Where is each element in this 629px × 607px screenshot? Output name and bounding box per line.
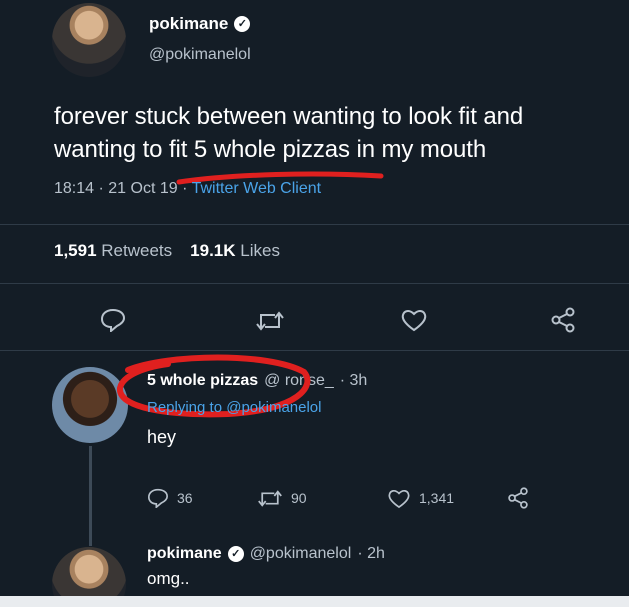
reply-share-action[interactable]	[507, 487, 529, 509]
reply-replies-count: 36	[177, 490, 193, 506]
reply2-author-handle[interactable]: @pokimanelol	[250, 545, 352, 563]
reply-header: 5 whole pizzas @ ronse_ · 3h	[147, 372, 367, 390]
reply-icon[interactable]	[100, 308, 126, 332]
author-avatar[interactable]	[52, 3, 126, 77]
retweet-icon[interactable]	[255, 310, 285, 332]
likes-label: Likes	[240, 241, 280, 260]
like-icon	[387, 488, 411, 509]
divider	[0, 350, 629, 351]
reply-retweet-action[interactable]: 90	[257, 489, 387, 508]
like-icon[interactable]	[400, 308, 428, 332]
tweet-meta: 18:14 · 21 Oct 19 · Twitter Web Client	[54, 180, 321, 198]
reply-actions: 36 90 1,341	[147, 487, 529, 509]
divider	[0, 224, 629, 225]
tweet-text-line-1: forever stuck between wanting to look fi…	[54, 103, 524, 130]
likes-stat[interactable]: 19.1K Likes	[190, 241, 280, 261]
reply-likes-count: 1,341	[419, 490, 455, 506]
tweet-stats: 1,591 Retweets 19.1K Likes	[54, 241, 280, 261]
reply-age[interactable]: · 3h	[340, 372, 368, 390]
reply-reply-action[interactable]: 36	[147, 488, 257, 508]
tweet-text: forever stuck between wanting to look fi…	[54, 100, 624, 166]
author-handle[interactable]: @pokimanelol	[149, 46, 251, 64]
reply-author-avatar[interactable]	[52, 367, 128, 443]
retweets-stat[interactable]: 1,591 Retweets	[54, 241, 172, 261]
reply2-header: pokimane ✓ @pokimanelol · 2h	[147, 545, 385, 563]
share-icon	[507, 487, 529, 509]
bottom-bar	[0, 596, 629, 607]
thread-line	[89, 446, 92, 546]
reply2-age[interactable]: · 2h	[357, 545, 385, 563]
reply-text: hey	[147, 427, 177, 447]
share-icon[interactable]	[550, 307, 576, 333]
author-name[interactable]: pokimane	[149, 14, 228, 34]
reply-author-name[interactable]: 5 whole pizzas	[147, 372, 258, 390]
divider	[0, 283, 629, 284]
reply2-text: omg..	[147, 569, 190, 588]
retweets-count: 1,591	[54, 241, 97, 260]
reply-icon	[147, 488, 169, 508]
verified-icon: ✓	[227, 546, 244, 562]
replying-to[interactable]: Replying to @pokimanelol	[147, 399, 322, 416]
tweet-text-line-2: wanting to fit 5 whole pizzas in my mout…	[54, 136, 487, 163]
verified-icon: ✓	[234, 16, 251, 32]
reply-retweets-count: 90	[291, 490, 307, 506]
author-name-row: pokimane ✓	[149, 14, 251, 34]
likes-count: 19.1K	[190, 241, 236, 260]
tweet-client-link[interactable]: Twitter Web Client	[192, 180, 322, 197]
reply-author-handle[interactable]: @ ronse_	[264, 372, 334, 390]
reply2-author-name[interactable]: pokimane	[147, 545, 222, 563]
retweet-icon	[257, 489, 283, 508]
reply-like-action[interactable]: 1,341	[387, 488, 507, 509]
retweets-label: Retweets	[101, 241, 173, 260]
tweet-timestamp[interactable]: 18:14 · 21 Oct 19 ·	[54, 180, 187, 197]
